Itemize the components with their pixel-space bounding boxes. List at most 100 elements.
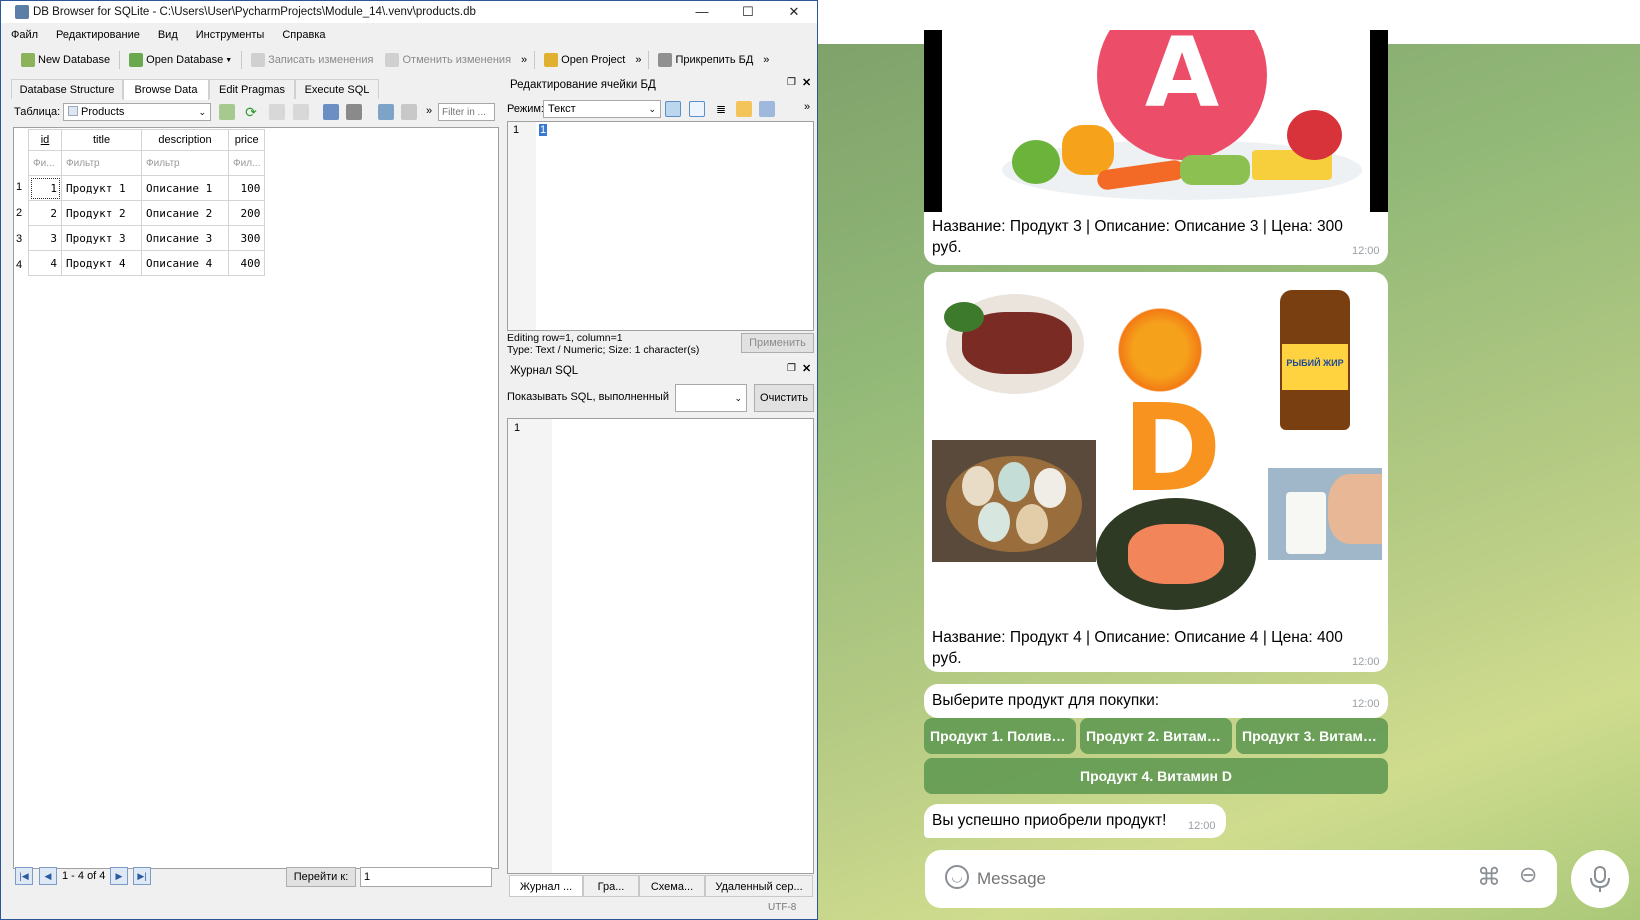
tab-sql-log[interactable]: Журнал ...	[509, 875, 583, 897]
mode-select[interactable]: Текст ⌄	[543, 100, 661, 118]
word-wrap-icon[interactable]	[689, 101, 705, 117]
row-number[interactable]: 3	[16, 233, 22, 245]
keyboard-button-product-2[interactable]: Продукт 2. Витами...	[1080, 718, 1232, 754]
previous-page-icon[interactable]: ◀	[39, 867, 57, 885]
cell-price[interactable]: 400	[227, 250, 266, 276]
sort-icon[interactable]	[293, 104, 309, 120]
cell-price[interactable]: 300	[227, 225, 266, 251]
undock-icon[interactable]: ❐	[787, 363, 796, 374]
table-select[interactable]: Products ⌄	[63, 103, 211, 121]
filter-input-id[interactable]: Фи...	[28, 150, 62, 176]
close-dock-icon[interactable]: ✕	[802, 76, 811, 89]
cell-title[interactable]: Продукт 2	[61, 200, 142, 226]
message-input[interactable]	[977, 860, 1437, 898]
toolbar-overflow-icon[interactable]: »	[521, 54, 527, 66]
cell-description[interactable]: Описание 2	[141, 200, 229, 226]
cell-title[interactable]: Продукт 4	[61, 250, 142, 276]
tab-execute-sql[interactable]: Execute SQL	[295, 79, 379, 99]
tab-remote[interactable]: Удаленный сер...	[705, 875, 813, 897]
voice-message-button[interactable]	[1571, 850, 1629, 908]
tab-database-structure[interactable]: Database Structure	[11, 79, 123, 99]
keyboard-button-product-1[interactable]: Продукт 1. Поливи...	[924, 718, 1076, 754]
cell-title[interactable]: Продукт 1	[61, 175, 142, 201]
close-dock-icon[interactable]: ✕	[802, 362, 811, 375]
write-changes-button[interactable]: Записать изменения	[251, 53, 373, 67]
maximize-button[interactable]: ☐	[725, 1, 771, 23]
import-file-icon[interactable]	[736, 101, 752, 117]
filter-input-title[interactable]: Фильтр	[61, 150, 142, 176]
cell-id[interactable]: 4	[28, 250, 62, 276]
column-header-description[interactable]: description	[141, 129, 229, 151]
toolbar-overflow-icon[interactable]: »	[804, 101, 810, 113]
emoji-icon[interactable]: ◡	[945, 865, 969, 889]
last-page-icon[interactable]: ▶|	[133, 867, 151, 885]
open-project-button[interactable]: Open Project	[544, 53, 625, 67]
next-page-icon[interactable]: ▶	[110, 867, 128, 885]
revert-changes-button[interactable]: Отменить изменения	[385, 53, 511, 67]
toolbar-separator	[241, 51, 243, 69]
print-icon[interactable]	[346, 104, 362, 120]
cell-description[interactable]: Описание 3	[141, 225, 229, 251]
delete-record-icon[interactable]	[401, 104, 417, 120]
minimize-button[interactable]: —	[679, 1, 725, 23]
global-filter-input[interactable]	[438, 103, 495, 121]
row-number[interactable]: 1	[16, 181, 22, 193]
cell-description[interactable]: Описание 4	[141, 250, 229, 276]
row-number[interactable]: 4	[16, 259, 22, 271]
goto-button[interactable]: Перейти к:	[286, 867, 356, 887]
column-header-price[interactable]: price	[227, 129, 266, 151]
cell-title[interactable]: Продукт 3	[61, 225, 142, 251]
new-database-button[interactable]: New Database	[21, 53, 110, 67]
toolbar-overflow-icon[interactable]: »	[426, 105, 432, 117]
cell-id[interactable]: 3	[28, 225, 62, 251]
sql-log-editor[interactable]: 1	[507, 418, 814, 874]
menu-tools[interactable]: Инструменты	[196, 29, 265, 41]
cell-value-text[interactable]: 1	[539, 124, 548, 136]
attach-database-button[interactable]: Прикрепить БД	[658, 53, 753, 67]
auto-switch-mode-icon[interactable]	[665, 101, 681, 117]
filter-input-price[interactable]: Фил...	[227, 150, 266, 176]
toolbar-overflow-icon[interactable]: »	[635, 54, 641, 66]
insert-record-icon[interactable]	[378, 104, 394, 120]
sql-source-select[interactable]: ⌄	[675, 384, 747, 412]
bot-commands-icon[interactable]: ⌘	[1477, 863, 1501, 892]
clear-log-button[interactable]: Очистить	[754, 384, 814, 412]
cell-description[interactable]: Описание 1	[141, 175, 229, 201]
goto-input[interactable]	[360, 867, 492, 887]
column-header-id[interactable]: id	[28, 129, 62, 151]
menu-edit[interactable]: Редактирование	[56, 29, 140, 41]
menu-view[interactable]: Вид	[158, 29, 178, 41]
filter-input-description[interactable]: Фильтр	[141, 150, 229, 176]
message-time: 12:00	[1188, 820, 1216, 832]
undock-icon[interactable]: ❐	[787, 77, 796, 88]
keyboard-button-product-3[interactable]: Продукт 3. Витами...	[1236, 718, 1388, 754]
apply-button[interactable]: Применить	[741, 333, 814, 353]
save-table-icon[interactable]	[323, 104, 339, 120]
tab-edit-pragmas[interactable]: Edit Pragmas	[209, 79, 295, 99]
close-button[interactable]: ✕	[771, 1, 817, 23]
tab-browse-data[interactable]: Browse Data	[123, 79, 209, 100]
row-number[interactable]: 2	[16, 207, 22, 219]
salmon-photo	[1096, 498, 1256, 610]
menu-help[interactable]: Справка	[282, 29, 325, 41]
cell-id[interactable]: 2	[28, 200, 62, 226]
format-icon[interactable]: ≣	[713, 101, 729, 117]
open-database-button[interactable]: Open Database ▼	[129, 53, 232, 67]
attach-icon[interactable]: ⊘	[1513, 859, 1544, 890]
cell-editor[interactable]: 1 1	[507, 121, 814, 331]
tab-schema[interactable]: Схема...	[639, 875, 705, 897]
export-file-icon[interactable]	[759, 101, 775, 117]
refresh-icon[interactable]: ⟳	[243, 104, 259, 120]
cell-price[interactable]: 100	[227, 175, 266, 201]
menu-file[interactable]: Файл	[11, 29, 38, 41]
add-record-icon[interactable]	[219, 104, 235, 120]
column-header-title[interactable]: title	[61, 129, 142, 151]
clear-filters-icon[interactable]	[269, 104, 285, 120]
cell-price[interactable]: 200	[227, 200, 266, 226]
toolbar-overflow-icon[interactable]: »	[763, 54, 769, 66]
keyboard-button-product-4[interactable]: Продукт 4. Витамин D	[924, 758, 1388, 794]
tab-plot[interactable]: Гра...	[583, 875, 639, 897]
text-message: Выберите продукт для покупки: 12:00	[924, 684, 1388, 718]
cell-id[interactable]: 1	[28, 175, 62, 201]
first-page-icon[interactable]: |◀	[15, 867, 33, 885]
